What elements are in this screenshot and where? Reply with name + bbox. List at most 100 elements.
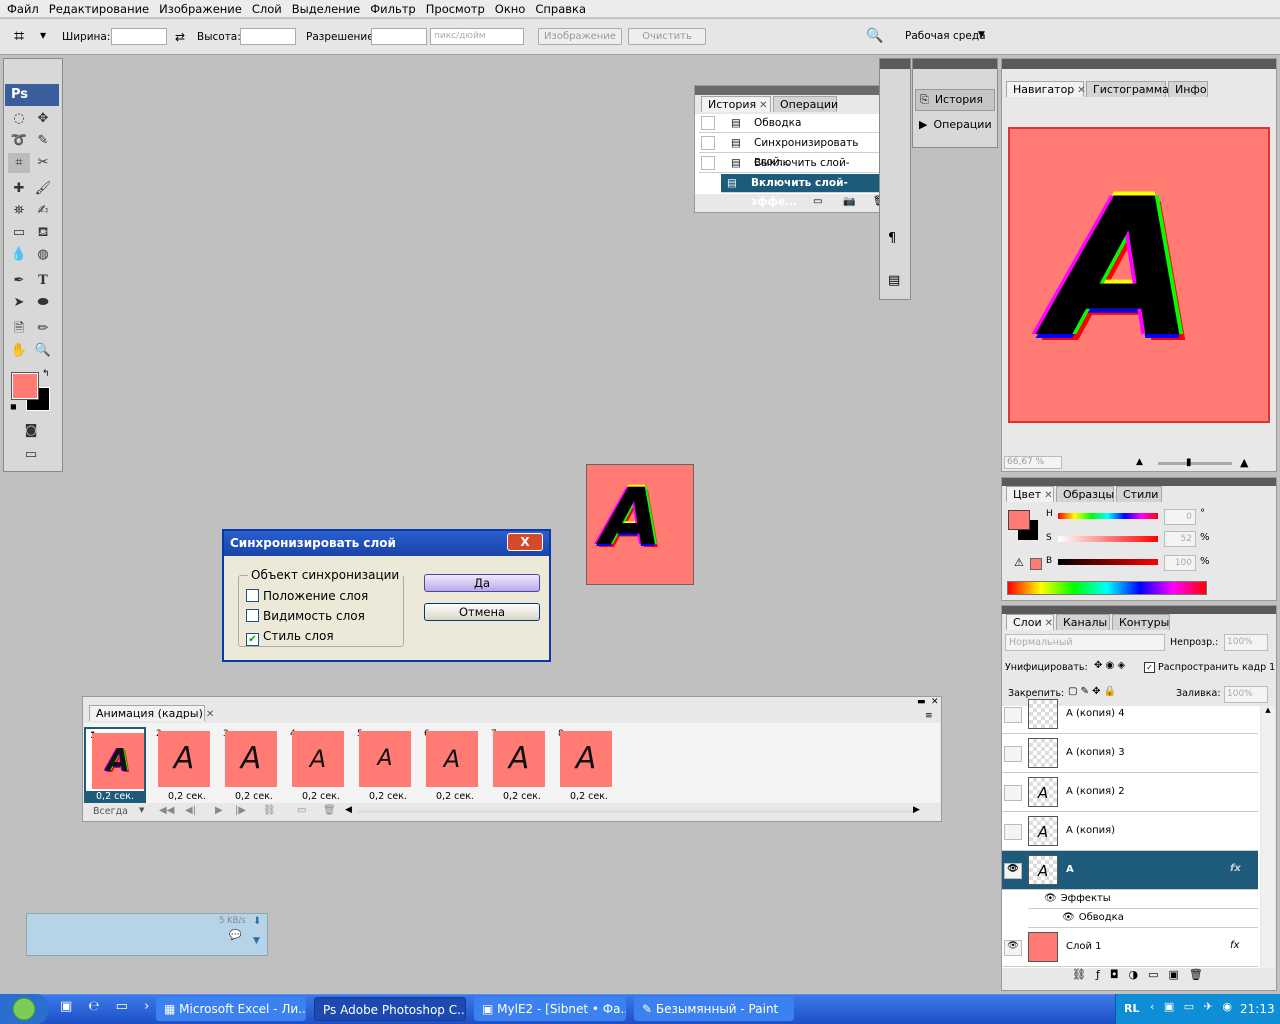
tab-histogram[interactable]: Гистограмма [1086,81,1169,97]
visibility-toggle[interactable] [1004,707,1022,723]
opacity-field[interactable]: 100% [1224,634,1268,651]
menu-help[interactable]: Справка [530,0,591,18]
resolution-field[interactable] [371,28,427,45]
history-item-selected[interactable]: ▤ Включить слой-эффе... [721,174,891,208]
eye-icon[interactable]: 👁 [1062,912,1075,923]
menu-edit[interactable]: Редактирование [44,0,154,18]
zoom-out-icon[interactable]: ▲ [1136,457,1143,467]
notes-icon[interactable]: 🗎 [8,319,30,339]
healing-icon[interactable]: ✚ [8,179,30,199]
frame-delay[interactable]: 0,2 сек. [235,791,273,802]
navigator-preview[interactable]: A [1008,127,1270,423]
paragraph-icon[interactable]: ¶ [888,231,896,246]
swap-icon[interactable]: ⇄ [175,30,185,44]
tab-history[interactable]: История ✕ [701,96,771,112]
tab-channels[interactable]: Каналы [1056,614,1110,630]
menu-select[interactable]: Выделение [287,0,366,18]
history-item[interactable]: ▤ Обводка [699,114,889,133]
brush-icon[interactable]: 🖌 [32,179,54,199]
stroke-effect-row[interactable]: 👁 Обводка [1028,909,1258,928]
marquee-tool-icon[interactable]: ◌ [8,109,30,129]
layer-row[interactable]: А (копия) 4 [1002,695,1258,734]
width-field[interactable] [111,28,167,45]
taskbar-item-browser[interactable]: ▣ MylE2 - [Sibnet • Фа... [474,997,626,1021]
loop-select[interactable]: Всегда ▼ [85,806,149,820]
default-colors-icon[interactable]: ◼ [10,402,17,411]
bridge-icon[interactable]: 🔍 [866,28,883,44]
unify-icons[interactable]: ✥ ◉ ◈ [1094,660,1125,671]
hue-slider[interactable] [1058,513,1158,519]
history-brush-icon[interactable]: ✍ [32,201,54,221]
crop-tool-icon[interactable]: ⌗ [14,26,24,47]
layer-row[interactable]: A А (копия) [1002,812,1258,851]
animation-frame[interactable]: 4 A 0,2 сек. [286,727,348,803]
ps-logo[interactable]: Ps [5,84,59,106]
tab-navigator[interactable]: Навигатор ✕ [1006,81,1086,97]
animation-frame[interactable]: 5 A 0,2 сек. [353,727,415,803]
menu-view[interactable]: Просмотр [421,0,490,18]
dodge-icon[interactable]: ◍ [32,245,54,265]
scroll-left-icon[interactable]: ◀ [345,805,352,815]
color-ramp[interactable] [1007,581,1207,595]
checkbox-box[interactable] [246,589,259,602]
eye-icon[interactable]: 👁 [1004,863,1022,879]
taskbar-item-excel[interactable]: ▦ Microsoft Excel - Ли... [156,997,306,1021]
chevron-down-icon[interactable]: ▼ [40,31,46,40]
b-value[interactable]: 100 [1164,555,1196,571]
scroll-right-icon[interactable]: ▶ [913,805,920,815]
dock-history-button[interactable]: ⎘ История [915,89,995,111]
zoom-slider-thumb[interactable]: ▮ [1186,457,1192,468]
frame-delay[interactable]: 0,2 сек. [503,791,541,802]
snapshot-source-box[interactable] [701,156,715,170]
paint-bucket-icon[interactable]: ⛾ [32,223,54,243]
frame-delay[interactable]: 0,2 сек. [302,791,340,802]
fx-icon[interactable]: fx [1230,863,1241,874]
play-icon[interactable]: ▶ [215,805,223,816]
blend-mode-select[interactable]: Нормальный [1005,634,1165,651]
tab-actions[interactable]: Операции [773,96,838,112]
animation-frame[interactable]: 7 A 0,2 сек. [487,727,549,803]
quick-mask-icon[interactable]: ◙ [20,421,42,441]
frame-delay[interactable]: 0,2 сек. [436,791,474,802]
frame-delay[interactable]: 0,2 сек. [86,791,144,803]
propagate-checkbox[interactable]: ✓ [1144,662,1155,673]
checkmark-icon[interactable]: ✔ [246,633,259,646]
next-frame-icon[interactable]: |▶ [235,805,246,816]
chevron-down-icon[interactable]: ▼ [253,936,260,946]
eye-icon[interactable]: 👁 [1044,893,1057,904]
layer-row[interactable]: 👁 Слой 1 fx [1002,928,1258,967]
eyedropper-icon[interactable]: ✏ [32,319,54,339]
workspace-arrow-icon[interactable]: ▼ [978,30,985,40]
zoom-slider[interactable] [1158,462,1232,465]
canvas-image[interactable]: A [586,464,694,585]
tab-animation[interactable]: Анимация (кадры) ✕ [89,705,214,721]
clear-button[interactable]: Очистить [628,28,706,45]
download-icon[interactable]: ⬇ [253,916,261,927]
position-checkbox[interactable]: Положение слоя [246,589,368,603]
snapshot-icon[interactable]: 📷 [843,196,855,207]
frame-delay[interactable]: 0,2 сек. [168,791,206,802]
path-select-icon[interactable]: ➤ [8,293,30,313]
image-button[interactable]: Изображение [538,28,622,45]
screen-mode-icon[interactable]: ▭ [20,445,42,465]
visibility-toggle[interactable] [1004,746,1022,762]
language-indicator[interactable]: RL [1124,1002,1139,1015]
bright-slider[interactable] [1058,559,1158,565]
close-icon[interactable]: ✕ [1045,618,1053,629]
new-document-icon[interactable]: ▭ [813,196,822,207]
layer-row[interactable]: А (копия) 3 [1002,734,1258,773]
clone-source-icon[interactable]: ▤ [888,273,900,288]
minimize-icon[interactable]: ▬ [917,697,926,707]
tab-paths[interactable]: Контуры [1112,614,1170,630]
menu-image[interactable]: Изображение [154,0,247,18]
chat-icon[interactable]: 💬 [229,930,241,941]
blur-icon[interactable]: 💧 [8,245,30,265]
dock-actions-button[interactable]: ▶ Операции [915,115,995,137]
cancel-button[interactable]: Отмена [424,603,540,621]
checkbox-box[interactable] [246,609,259,622]
tab-layers[interactable]: Слои ✕ [1006,614,1054,630]
shape-icon[interactable]: ⬬ [32,293,54,313]
pen-icon[interactable]: ✒ [8,271,30,291]
menu-layer[interactable]: Слой [247,0,287,18]
animation-frame[interactable]: 6 A 0,2 сек. [420,727,482,803]
